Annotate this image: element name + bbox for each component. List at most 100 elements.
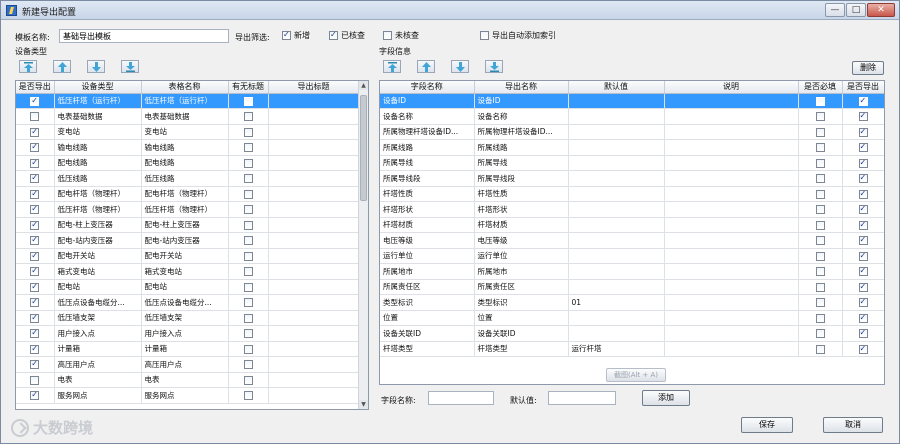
table-row[interactable]: 变电站变电站 (16, 124, 360, 140)
export-cell[interactable] (16, 155, 55, 171)
has-title-cell[interactable] (228, 124, 269, 140)
default-value-cell[interactable] (568, 232, 665, 249)
has-title-cell[interactable] (228, 341, 269, 357)
export-name-cell[interactable]: 所属线路 (474, 139, 569, 156)
has-title-checkbox[interactable] (243, 174, 253, 183)
description-cell[interactable] (664, 108, 799, 125)
export-title-cell[interactable] (268, 201, 360, 218)
has-title-checkbox[interactable] (243, 360, 253, 369)
description-cell[interactable] (664, 310, 799, 326)
table-row[interactable]: 杆塔形状 杆塔形状 (380, 201, 884, 218)
scroll-down-icon[interactable]: ▼ (359, 400, 368, 409)
left-move-bottom-button[interactable] (121, 60, 139, 73)
export-cell[interactable] (842, 108, 884, 125)
table-name-cell[interactable]: 配电-柱上变压器 (141, 217, 229, 233)
export-name-cell[interactable]: 电压等级 (474, 232, 569, 249)
export-checkbox[interactable] (858, 251, 868, 261)
export-cell[interactable] (842, 217, 884, 233)
table-row[interactable]: 用户接入点用户接入点 (16, 325, 360, 342)
table-name-cell[interactable]: 变电站 (141, 124, 229, 140)
export-cell[interactable] (16, 279, 55, 295)
table-name-cell[interactable]: 服务网点 (141, 387, 229, 404)
export-checkbox[interactable] (858, 313, 868, 323)
export-checkbox[interactable] (858, 127, 868, 137)
export-name-cell[interactable]: 杆塔形状 (474, 201, 569, 218)
description-cell[interactable] (664, 232, 799, 249)
export-name-cell[interactable]: 杆塔类型 (474, 341, 569, 357)
description-cell[interactable] (664, 170, 799, 187)
export-checkbox[interactable] (30, 112, 40, 121)
table-row[interactable]: 配电线路配电线路 (16, 155, 360, 171)
table-row[interactable]: 杆塔性质 杆塔性质 (380, 186, 884, 202)
export-checkbox[interactable] (30, 204, 40, 214)
filter-checkbox[interactable] (383, 31, 392, 40)
table-row[interactable]: 杆塔材质 杆塔材质 (380, 217, 884, 233)
default-value-cell[interactable] (568, 170, 665, 187)
has-title-cell[interactable] (228, 387, 269, 404)
required-cell[interactable] (798, 232, 843, 249)
required-cell[interactable] (798, 279, 843, 295)
export-checkbox[interactable] (30, 158, 40, 168)
export-checkbox[interactable] (30, 142, 40, 152)
has-title-checkbox[interactable] (243, 205, 253, 214)
table-row[interactable]: 所属责任区 所属责任区 (380, 279, 884, 295)
scroll-thumb[interactable] (360, 95, 367, 201)
has-title-cell[interactable] (228, 263, 269, 280)
description-cell[interactable] (664, 325, 799, 342)
column-header[interactable]: 导出标题 (268, 81, 360, 94)
export-cell[interactable] (16, 341, 55, 357)
required-cell[interactable] (798, 263, 843, 280)
left-move-top-button[interactable] (19, 60, 37, 73)
table-row[interactable]: 所属物理杆塔设备ID... 所属物理杆塔设备ID... (380, 124, 884, 140)
export-checkbox[interactable] (30, 390, 40, 400)
right-move-bottom-button[interactable] (485, 60, 503, 73)
required-checkbox[interactable] (815, 96, 825, 106)
export-checkbox[interactable] (30, 344, 40, 354)
default-value-cell[interactable] (568, 325, 665, 342)
has-title-cell[interactable] (228, 217, 269, 233)
table-row[interactable]: 高压用户点高压用户点 (16, 356, 360, 373)
export-checkbox[interactable] (30, 266, 40, 276)
export-name-cell[interactable]: 所属物理杆塔设备ID... (474, 124, 569, 140)
description-cell[interactable] (664, 139, 799, 156)
required-checkbox[interactable] (815, 236, 825, 245)
export-title-cell[interactable] (268, 372, 360, 388)
default-value-cell[interactable] (568, 310, 665, 326)
default-value-cell[interactable] (568, 108, 665, 125)
export-title-cell[interactable] (268, 387, 360, 404)
default-value-cell[interactable] (568, 93, 665, 109)
export-title-cell[interactable] (268, 248, 360, 264)
filter-checkbox[interactable] (329, 30, 338, 40)
has-title-checkbox[interactable] (243, 158, 253, 168)
export-checkbox[interactable] (30, 297, 40, 307)
export-title-cell[interactable] (268, 155, 360, 171)
required-cell[interactable] (798, 170, 843, 187)
description-cell[interactable] (664, 263, 799, 280)
description-cell[interactable] (664, 155, 799, 171)
export-name-cell[interactable]: 所属责任区 (474, 279, 569, 295)
table-row[interactable]: 杆塔类型 杆塔类型 运行杆塔 (380, 341, 884, 357)
export-title-cell[interactable] (268, 139, 360, 156)
export-cell[interactable] (842, 325, 884, 342)
filter-checkbox[interactable] (282, 30, 291, 40)
export-cell[interactable] (16, 294, 55, 311)
default-value-cell[interactable] (568, 139, 665, 156)
export-checkbox[interactable] (30, 189, 40, 199)
export-cell[interactable] (842, 294, 884, 311)
has-title-cell[interactable] (228, 310, 269, 326)
has-title-checkbox[interactable] (243, 267, 253, 276)
export-cell[interactable] (842, 139, 884, 156)
required-cell[interactable] (798, 201, 843, 218)
export-cell[interactable] (16, 325, 55, 342)
export-checkbox[interactable] (30, 328, 40, 338)
export-cell[interactable] (842, 263, 884, 280)
has-title-checkbox[interactable] (243, 236, 253, 245)
export-cell[interactable] (842, 124, 884, 140)
table-row[interactable]: 所属线路 所属线路 (380, 139, 884, 156)
has-title-cell[interactable] (228, 201, 269, 218)
required-cell[interactable] (798, 310, 843, 326)
left-move-up-button[interactable] (53, 60, 71, 73)
right-move-top-button[interactable] (383, 60, 401, 73)
has-title-checkbox[interactable] (243, 143, 253, 152)
table-name-cell[interactable]: 配电杆塔（物理杆） (141, 186, 229, 202)
